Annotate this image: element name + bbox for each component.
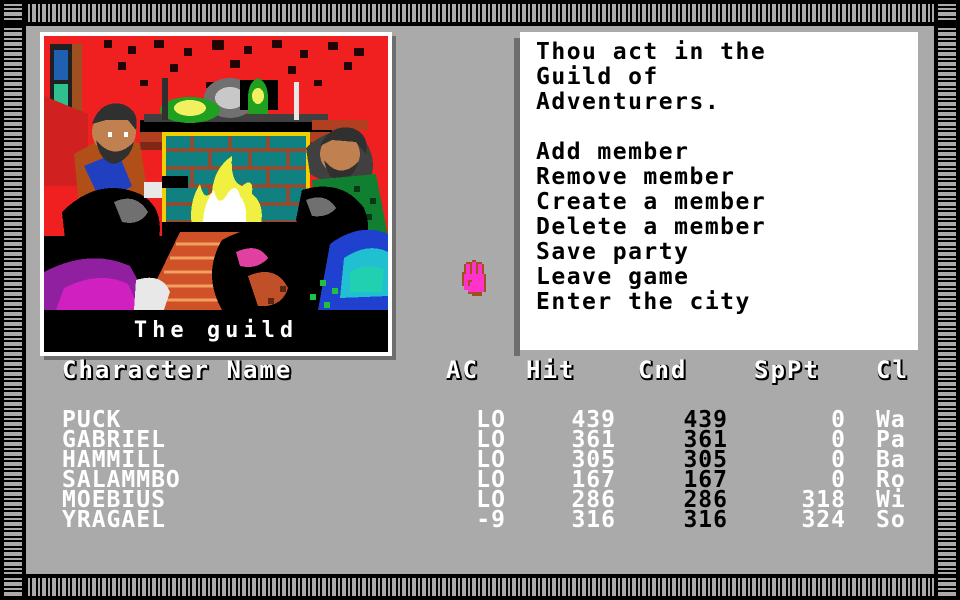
play-field: The guild Thou act in the Guild of Adven… (26, 26, 934, 574)
column-header-cnd: Cnd (638, 356, 688, 384)
menu-item-add-member[interactable]: Add member (536, 140, 918, 165)
column-header-hit: Hit (526, 356, 576, 384)
column-header-name: Character Name (62, 356, 293, 384)
menu-item-enter-city[interactable]: Enter the city (536, 290, 918, 315)
menu-item-create-member[interactable]: Create a member (536, 190, 918, 215)
scene-frame-shadow-right (392, 36, 396, 360)
border-rail-top (0, 0, 960, 4)
roster-cell-name: YRAGAEL (62, 507, 166, 533)
guild-scene-image: The guild (44, 36, 388, 352)
roster-cell-hit: 316 (571, 507, 616, 533)
roster-cell-ac: -9 (476, 507, 506, 533)
game-screen: The guild Thou act in the Guild of Adven… (0, 0, 960, 600)
hand-cursor[interactable] (458, 260, 492, 298)
roster-cell-cnd: 316 (683, 507, 728, 533)
roster-header-row: Character Name AC Hit Cnd SpPt Cl (26, 356, 934, 396)
menu-item-save-party[interactable]: Save party (536, 240, 918, 265)
border-rail-right-inner (934, 0, 938, 600)
scene-frame: The guild (40, 32, 396, 360)
border-rail-right (956, 0, 960, 600)
column-header-cl: Cl (876, 356, 909, 384)
menu-item-remove-member[interactable]: Remove member (536, 165, 918, 190)
roster-cell-cl: So (876, 507, 906, 533)
column-header-sppt: SpPt (754, 356, 820, 384)
narration-spacer (536, 115, 918, 140)
column-header-ac: AC (446, 356, 479, 384)
party-roster: Character Name AC Hit Cnd SpPt Cl PUCK LO… (26, 356, 934, 533)
message-panel-shadow (514, 38, 520, 356)
message-panel: Thou act in the Guild of Adventurers. Ad… (514, 32, 918, 356)
border-rail-bottom (0, 596, 960, 600)
roster-row[interactable]: YRAGAEL -9 316 316 324 So (26, 507, 934, 533)
roster-cell-sppt: 324 (801, 507, 846, 533)
narration-line-3: Adventurers. (536, 89, 721, 115)
border-rail-bottom-inner (0, 574, 960, 578)
border-rail-left (0, 0, 4, 600)
roster-rows: PUCK LO 439 439 0 Wa GABRIEL LO 361 361 0 Pa HAMMILL… (26, 409, 934, 533)
narration-line-2: Guild of (536, 64, 659, 90)
narration-line-1: Thou act in the (536, 39, 767, 65)
menu-item-delete-member[interactable]: Delete a member (536, 215, 918, 240)
scene-caption: The guild (44, 310, 388, 352)
menu-item-leave-game[interactable]: Leave game (536, 265, 918, 290)
